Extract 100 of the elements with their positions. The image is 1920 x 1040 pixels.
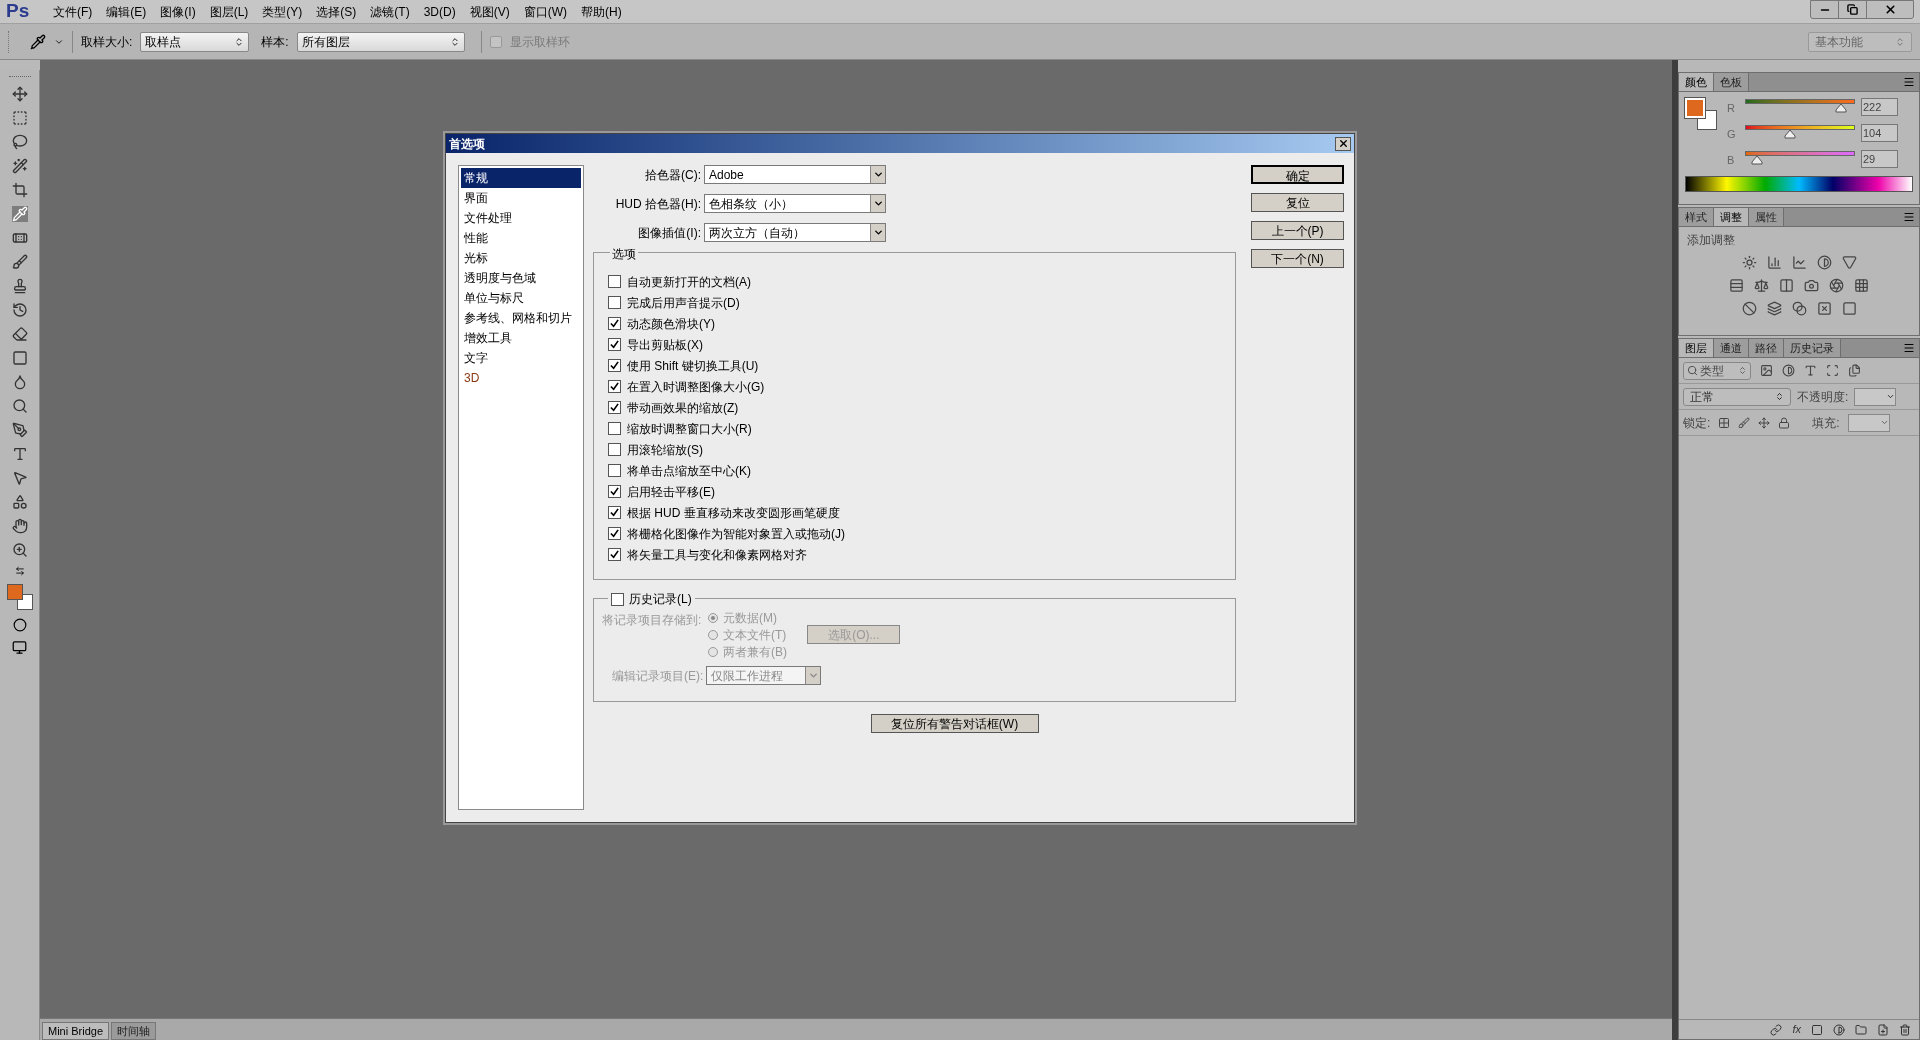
files-icon[interactable] [1848,364,1861,377]
move-icon[interactable] [11,86,28,102]
fill-field[interactable] [1847,413,1890,432]
eyedropper-icon[interactable] [30,33,46,50]
new-layer-icon[interactable] [1877,1023,1889,1036]
bottom-panel-tab[interactable]: 时间轴 [111,1022,157,1040]
checkbox[interactable] [608,443,621,456]
category-item[interactable]: 性能 [461,228,581,248]
channel-slider[interactable] [1745,99,1855,115]
category-item[interactable]: 文件处理 [461,208,581,228]
bandage-icon[interactable] [11,230,28,246]
lasso-icon[interactable] [11,134,28,150]
triangle-icon[interactable] [1841,255,1857,270]
pointer-icon[interactable] [11,470,28,486]
opacity-field[interactable] [1854,387,1897,406]
panel-tab[interactable]: 路径 [1749,339,1784,357]
marquee-icon[interactable] [11,110,28,126]
menu-item[interactable]: 窗口(W) [516,2,574,21]
screen-mode-icon[interactable] [12,640,27,655]
dialog-button[interactable]: 复位 [1251,193,1344,212]
color-spectrum-bar[interactable] [1685,176,1913,192]
contrast-icon[interactable] [1816,255,1832,270]
panel-tab[interactable]: 颜色 [1679,73,1714,91]
shapes-icon[interactable] [11,494,28,510]
checkbox[interactable] [608,275,621,288]
dropdown-field[interactable]: 两次立方（自动） [704,223,886,242]
show-sampling-ring-checkbox[interactable] [489,35,502,48]
color-swatches-drawing[interactable] [1685,98,1717,130]
radio-button[interactable] [708,646,718,657]
checkbox[interactable] [608,359,621,372]
checkbox[interactable] [611,592,624,606]
crop-icon[interactable] [11,182,28,198]
contrast-icon[interactable] [1782,364,1795,377]
dialog-button[interactable]: 上一个(P) [1251,221,1344,240]
fx-button[interactable]: fx [1792,1021,1801,1038]
checker-icon[interactable] [1718,416,1731,429]
sun-icon[interactable] [1741,255,1757,270]
panel-tab[interactable]: 色板 [1714,73,1749,91]
dialog-close-button[interactable] [1335,136,1351,151]
wand-icon[interactable] [11,158,28,174]
swap-colors-icon[interactable] [14,566,25,576]
pen-icon[interactable] [11,422,28,438]
brush-icon[interactable] [11,254,28,270]
menu-item[interactable]: 滤镜(T) [363,2,417,21]
trash-icon[interactable] [1899,1023,1911,1036]
type-icon[interactable] [1804,364,1817,377]
checkbox[interactable] [608,317,621,330]
dropdown-field[interactable]: 色相条纹（小） [704,194,886,213]
grid-icon[interactable] [1854,278,1869,293]
color-swatches-drawing[interactable] [6,584,33,610]
dialog-button[interactable]: 下一个(N) [1251,249,1344,268]
half-square-icon[interactable] [1779,278,1794,293]
scale-icon[interactable] [1754,278,1769,293]
camera-icon[interactable] [1804,278,1819,293]
sample-size-dropdown[interactable]: 取样点 [140,31,250,52]
radio-button[interactable] [708,629,718,640]
menu-item[interactable]: 3D(D) [416,2,463,21]
eraser-icon[interactable] [11,326,28,342]
panel-tab[interactable]: 通道 [1714,339,1749,357]
channel-slider[interactable] [1745,151,1855,167]
history-brush-icon[interactable] [11,302,28,318]
sample-dropdown[interactable]: 所有图层 [296,31,465,52]
panel-menu-icon[interactable] [1903,76,1915,88]
checkbox[interactable] [608,296,621,309]
channel-value-field[interactable]: 222 [1861,98,1898,116]
checkbox[interactable] [608,422,621,435]
hand-icon[interactable] [11,518,28,534]
adjustment-icon[interactable] [1833,1023,1845,1036]
category-item[interactable]: 光标 [461,248,581,268]
stamp-icon[interactable] [11,278,28,294]
panel-tab[interactable]: 调整 [1714,208,1749,226]
dropdown-field[interactable]: Adobe [704,165,886,184]
menu-item[interactable]: 类型(Y) [255,2,310,21]
blend-mode-dropdown[interactable]: 正常 [1683,387,1791,406]
move-icon[interactable] [1758,416,1771,429]
folder-icon[interactable] [1855,1023,1867,1036]
bottom-panel-tab[interactable]: Mini Bridge [42,1022,110,1040]
panel-tab[interactable]: 属性 [1749,208,1784,226]
radio-button[interactable] [708,612,718,623]
lock-icon[interactable] [1778,416,1791,429]
checkbox[interactable] [608,527,621,540]
curve-icon[interactable] [1791,255,1807,270]
panel-tab[interactable]: 历史记录 [1784,339,1841,357]
checkbox[interactable] [608,401,621,414]
panel-tab[interactable]: 图层 [1679,339,1714,357]
channel-value-field[interactable]: 104 [1861,124,1898,142]
menu-item[interactable]: 文件(F) [46,2,100,21]
zoom-icon[interactable] [11,542,28,558]
category-item[interactable]: 增效工具 [461,328,581,348]
channel-value-field[interactable]: 29 [1861,150,1898,168]
checkbox[interactable] [608,485,621,498]
checkbox[interactable] [608,464,621,477]
menu-item[interactable]: 编辑(E) [99,2,154,21]
category-item[interactable]: 3D [461,368,581,388]
panel-menu-icon[interactable] [1903,342,1915,354]
brush-icon[interactable] [1738,416,1751,429]
menu-item[interactable]: 图层(L) [202,2,256,21]
category-item[interactable]: 单位与标尺 [461,288,581,308]
layer-filter-dropdown[interactable]: 类型 [1683,361,1751,380]
dialog-button[interactable]: 确定 [1251,165,1344,184]
